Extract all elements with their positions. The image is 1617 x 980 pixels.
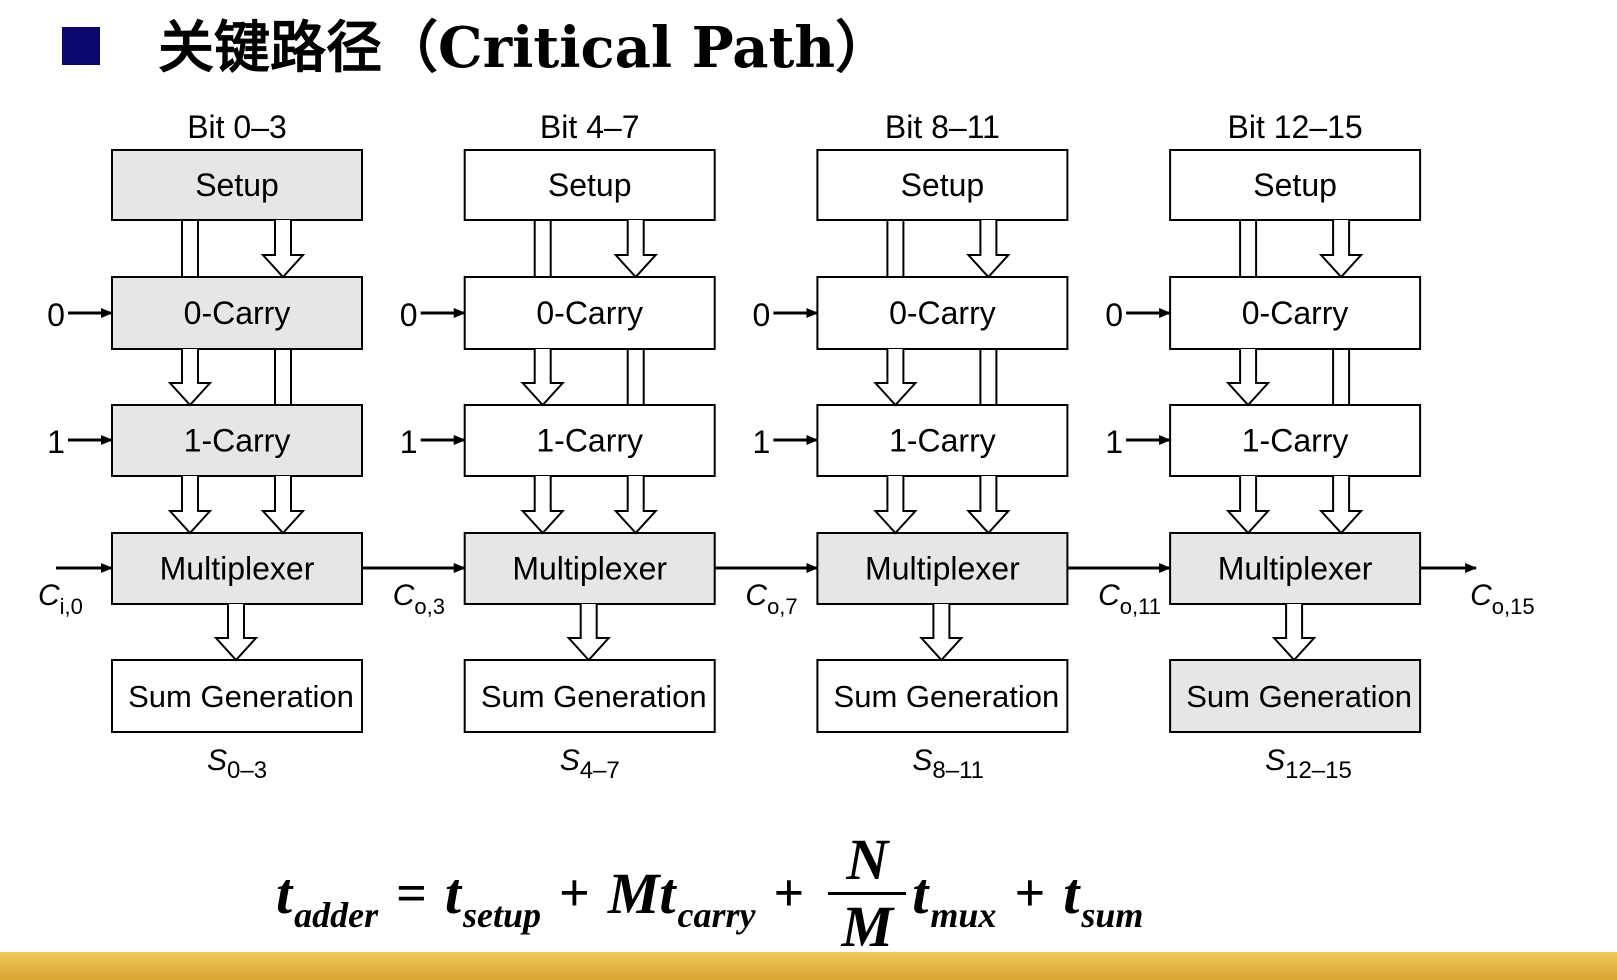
one-carry-to-mux-arrow [167, 476, 213, 535]
carry-label-ci0-sub: i,0 [60, 594, 83, 619]
carry-label-co3-sub: o,11 [1120, 594, 1161, 619]
zero-carry-to-mux-arrow [1318, 476, 1364, 535]
setup-to-zero-carry-arrow [966, 220, 1011, 279]
one-carry-to-mux-arrow [1225, 476, 1271, 535]
sum-generation-label: Sum Generation [128, 679, 354, 714]
formula-fraction: N M [828, 826, 907, 959]
formula-plus-2: + [773, 863, 805, 923]
zero-to-one-carry-arrow [167, 349, 213, 407]
formula-t-mux: t [912, 860, 929, 926]
zero-carry-to-mux-arrow [613, 476, 658, 535]
setup-to-zero-carry-arrow [1318, 220, 1364, 279]
sum-output-sub: 8–11 [932, 757, 984, 784]
mux-to-sum-arrow [566, 604, 611, 662]
sum-output-label: S12–15 [1265, 744, 1352, 784]
bit-range-label: Bit 0–3 [187, 109, 287, 145]
carry-label-co2-base: C [745, 579, 767, 612]
sum-output-base: S [912, 744, 932, 777]
zero-carry-to-mux-arrow [966, 476, 1011, 535]
sum-output-label: S8–11 [912, 744, 984, 784]
footer-band [0, 952, 1617, 980]
sum-output-base: S [560, 744, 580, 777]
carry-label-co15: Co,15 [1470, 579, 1535, 619]
zero-carry-label: 0-Carry [536, 295, 643, 331]
carry-label-ci0-base: C [38, 579, 60, 612]
formula-numerator: N [846, 826, 889, 892]
one-carry-to-mux-arrow [520, 476, 565, 535]
carry-label-co3: Co,11 [1098, 579, 1161, 619]
sum-output-sub: 12–15 [1285, 757, 1352, 784]
bit-range-label: Bit 12–15 [1227, 109, 1362, 145]
setup-label: Setup [901, 167, 985, 203]
carry-in-one-label: 1 [47, 424, 65, 460]
one-carry-label: 1-Carry [536, 423, 643, 459]
bit-range-label: Bit 8–11 [885, 109, 1000, 145]
zero-carry-to-mux-arrow [260, 476, 306, 535]
formula-adder-sub: adder [294, 895, 379, 935]
sum-output-sub: 0–3 [227, 757, 267, 784]
formula-denominator: M [841, 893, 894, 959]
carry-label-co1-sub: o,3 [414, 594, 445, 619]
bit-range-label: Bit 4–7 [540, 109, 640, 145]
mux-to-sum-arrow [919, 604, 964, 662]
carry-label-co2: Co,7 [745, 579, 797, 619]
carry-label-ci0: Ci,0 [38, 579, 83, 619]
one-carry-to-mux-arrow [873, 476, 918, 535]
carry-in-one-label: 1 [1105, 424, 1123, 460]
formula-plus-3: + [1014, 863, 1046, 923]
carry-label-co1-base: C [393, 579, 415, 612]
carry-in-one-label: 1 [400, 424, 418, 460]
setup-label: Setup [548, 167, 632, 203]
carry-in-zero-label: 0 [400, 297, 418, 333]
carry-in-one-label: 1 [753, 424, 771, 460]
carry-in-zero-label: 0 [753, 297, 771, 333]
setup-label: Setup [195, 167, 279, 203]
sum-generation-label: Sum Generation [481, 679, 707, 714]
carry-in-zero-label: 0 [47, 297, 65, 333]
carry-label-co3-base: C [1098, 579, 1120, 612]
zero-carry-label: 0-Carry [184, 295, 291, 331]
sum-output-sub: 4–7 [580, 757, 620, 784]
mux-to-sum-arrow [213, 604, 259, 662]
formula-mux-sub: mux [930, 895, 997, 935]
formula-t-adder: t [276, 860, 293, 926]
formula-equals: = [396, 863, 427, 923]
sum-generation-label: Sum Generation [1186, 679, 1412, 714]
multiplexer-label: Multiplexer [160, 551, 315, 587]
sum-output-base: S [207, 744, 227, 777]
carry-label-co2-sub: o,7 [767, 594, 798, 619]
one-carry-label: 1-Carry [889, 423, 996, 459]
multiplexer-label: Multiplexer [512, 551, 667, 587]
formula-carry-sub: carry [677, 895, 756, 935]
adder-delay-formula: t adder = t setup + Mt carry + N M t mux… [276, 818, 1143, 968]
zero-carry-label: 0-Carry [1242, 295, 1349, 331]
setup-to-zero-carry-arrow [613, 220, 658, 279]
zero-to-one-carry-arrow [1225, 349, 1271, 407]
one-carry-label: 1-Carry [1242, 423, 1349, 459]
zero-to-one-carry-arrow [873, 349, 918, 407]
zero-carry-label: 0-Carry [889, 295, 996, 331]
carry-label-co15-sub: o,15 [1492, 594, 1535, 619]
sum-output-label: S4–7 [560, 744, 620, 784]
setup-label: Setup [1253, 167, 1337, 203]
carry-in-zero-label: 0 [1105, 297, 1123, 333]
formula-sum-sub: sum [1081, 895, 1144, 935]
sum-output-label: S0–3 [207, 744, 267, 784]
formula-mt-carry: Mt [607, 860, 676, 926]
formula-t-setup: t [444, 860, 462, 926]
formula-setup-sub: setup [463, 895, 542, 935]
one-carry-label: 1-Carry [184, 423, 291, 459]
setup-to-zero-carry-arrow [260, 220, 306, 279]
carry-label-co1: Co,3 [393, 579, 445, 619]
multiplexer-label: Multiplexer [1218, 551, 1373, 587]
sum-generation-label: Sum Generation [834, 679, 1060, 714]
zero-to-one-carry-arrow [520, 349, 565, 407]
multiplexer-label: Multiplexer [865, 551, 1020, 587]
formula-t-sum: t [1063, 860, 1080, 926]
sum-output-base: S [1265, 744, 1285, 777]
formula-plus-1: + [559, 863, 590, 923]
carry-select-adder-diagram: Bit 0–3 Setup 0-Carry 1-Carry Multiplexer Sum… [38, 109, 1535, 784]
mux-to-sum-arrow [1271, 604, 1317, 662]
carry-label-co15-base: C [1470, 579, 1492, 612]
